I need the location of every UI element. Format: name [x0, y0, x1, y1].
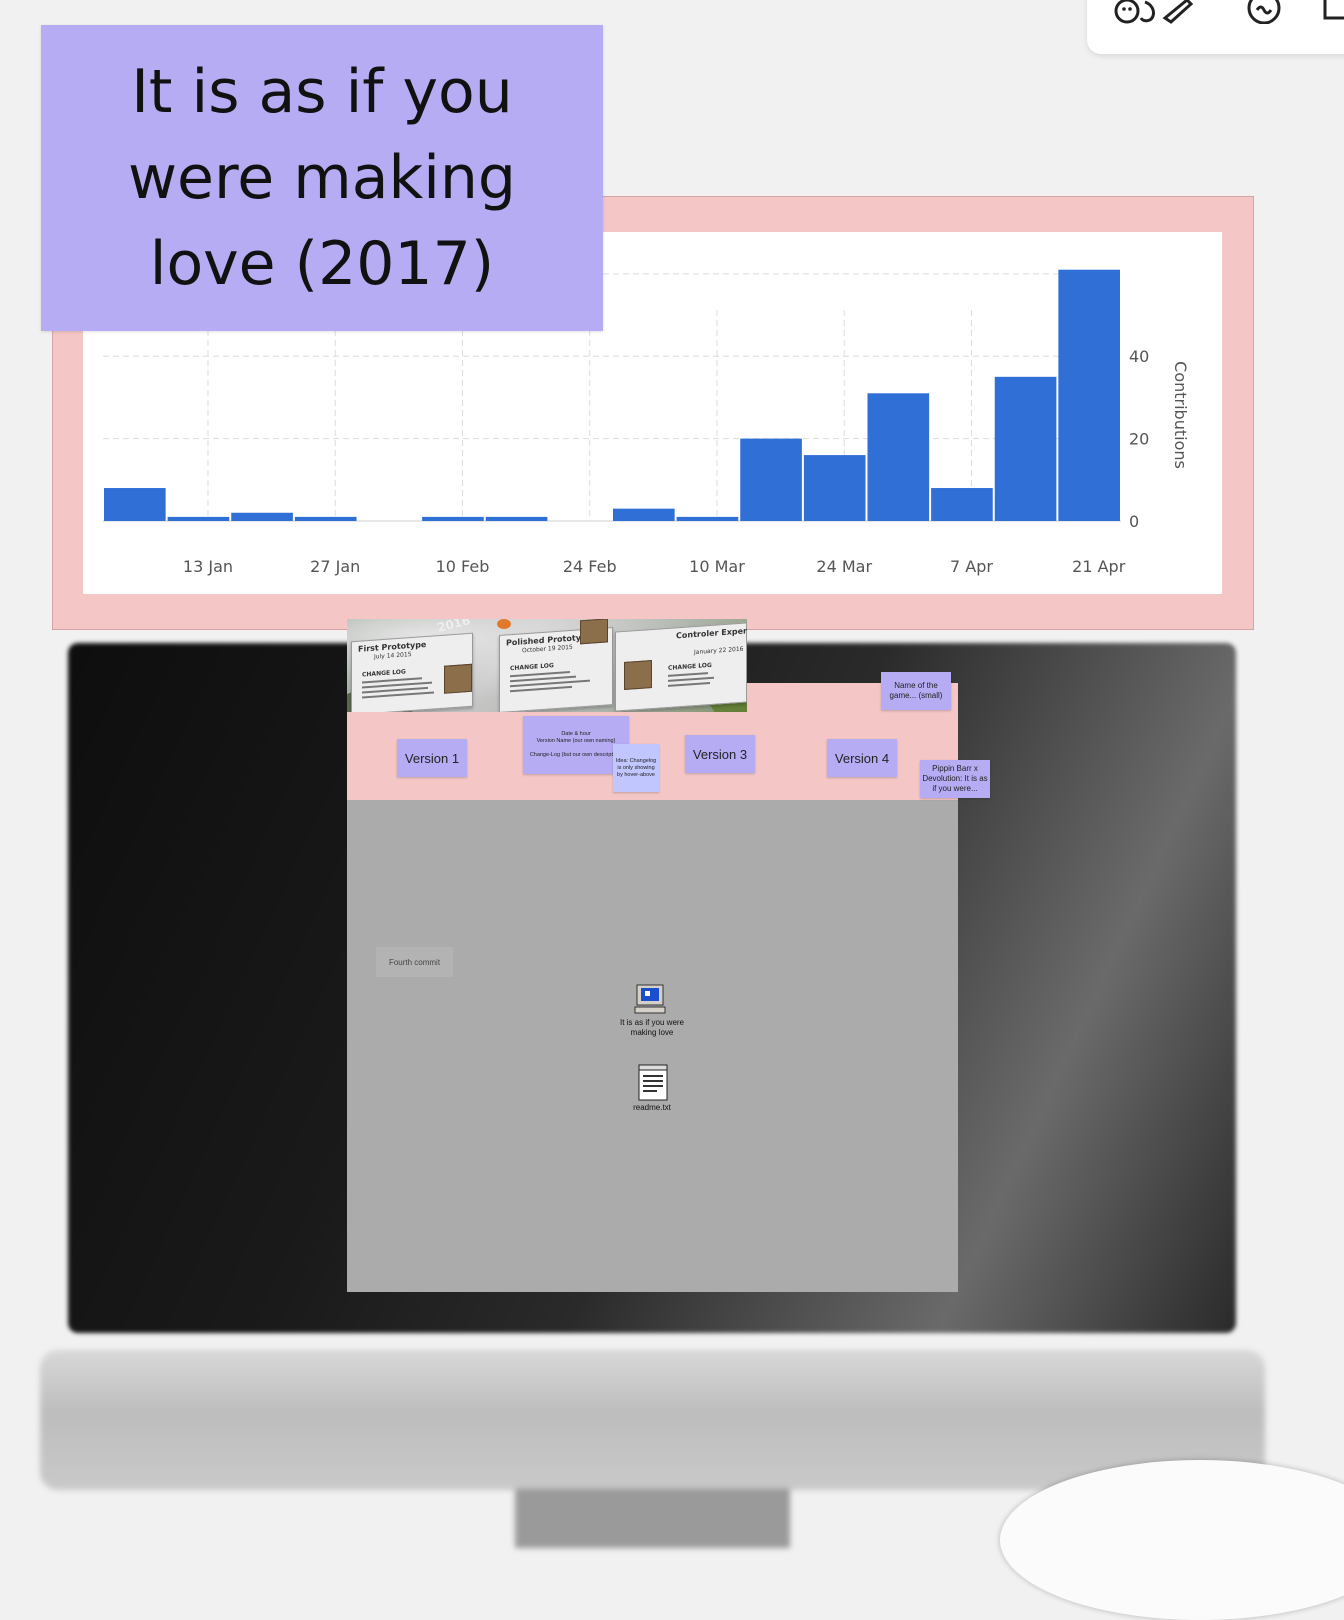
y-tick-label: 40 [1129, 347, 1149, 366]
x-tick-label: 10 Feb [436, 557, 490, 576]
title-sticky-note[interactable]: It is as if you were making love (2017) [41, 25, 603, 331]
version-1-note[interactable]: Version 1 [397, 739, 467, 777]
desktop-area [347, 799, 958, 1292]
x-tick-label: 24 Mar [816, 557, 872, 576]
x-tick-label: 10 Mar [689, 557, 745, 576]
monitor-stand [515, 1488, 790, 1548]
comment-icon[interactable] [1242, 0, 1286, 24]
banner-card-heading: CHANGE LOG [362, 668, 406, 679]
bar[interactable] [994, 376, 1057, 521]
x-tick-label: 7 Apr [950, 557, 993, 576]
title-note-text: It is as if you were making love (2017) [127, 57, 517, 299]
bar[interactable] [803, 455, 866, 521]
pippin-note[interactable]: Pippin Barr x Devolution: It is as if yo… [920, 760, 990, 798]
y-tick-label: 20 [1129, 430, 1149, 449]
desktop-icon-label-game: It is as if you were making love [619, 1018, 685, 1037]
x-tick-label: 21 Apr [1072, 557, 1126, 576]
bar[interactable] [867, 393, 930, 521]
banner-card-heading: CHANGE LOG [510, 662, 554, 673]
timeline-banner-image: 2016 First Prototype July 14 2015 CHANGE… [347, 619, 747, 712]
bar[interactable] [485, 516, 548, 521]
bar[interactable] [231, 512, 293, 521]
desktop-icon-label-readme: readme.txt [633, 1103, 671, 1112]
x-tick-label: 24 Feb [563, 557, 617, 576]
bar[interactable] [104, 488, 166, 521]
banner-card-date: July 14 2015 [374, 651, 412, 661]
bar[interactable] [294, 516, 357, 521]
banner-card-title: Controler Experimentation [676, 622, 747, 641]
bar[interactable] [931, 488, 993, 521]
reactions-icon[interactable] [1111, 0, 1201, 24]
banner-card-3: Controler Experimentation January 22 201… [615, 622, 747, 712]
x-tick-label: 13 Jan [183, 557, 233, 576]
notepad-icon[interactable] [637, 1062, 669, 1102]
bar[interactable] [740, 438, 802, 521]
bar[interactable] [676, 516, 739, 521]
bar[interactable] [613, 508, 675, 521]
y-axis-label: Contributions [1171, 361, 1190, 469]
monitor-chin [40, 1350, 1265, 1490]
computer-icon[interactable] [633, 983, 669, 1015]
x-tick-label: 27 Jan [310, 557, 360, 576]
bar[interactable] [1058, 269, 1120, 521]
banner-card-1: First Prototype July 14 2015 CHANGE LOG [351, 632, 473, 712]
version-4-note[interactable]: Version 4 [827, 739, 897, 777]
share-icon[interactable] [1319, 0, 1344, 24]
idea-note[interactable]: Idea: Changelog is only showing by hover… [613, 744, 659, 792]
banner-card-heading: CHANGE LOG [668, 661, 712, 672]
bar[interactable] [422, 516, 484, 521]
banner-card-2: Polished Prototype October 19 2015 CHANG… [499, 619, 613, 712]
name-small-note[interactable]: Name of the game... (small) [881, 672, 951, 710]
banner-card-date: January 22 2016 [694, 645, 744, 657]
bar[interactable] [167, 516, 230, 521]
board-toolbar [1087, 0, 1344, 54]
version-3-note[interactable]: Version 3 [685, 735, 755, 773]
fourth-commit-label[interactable]: Fourth commit [376, 947, 453, 977]
y-tick-label: 0 [1129, 512, 1139, 531]
